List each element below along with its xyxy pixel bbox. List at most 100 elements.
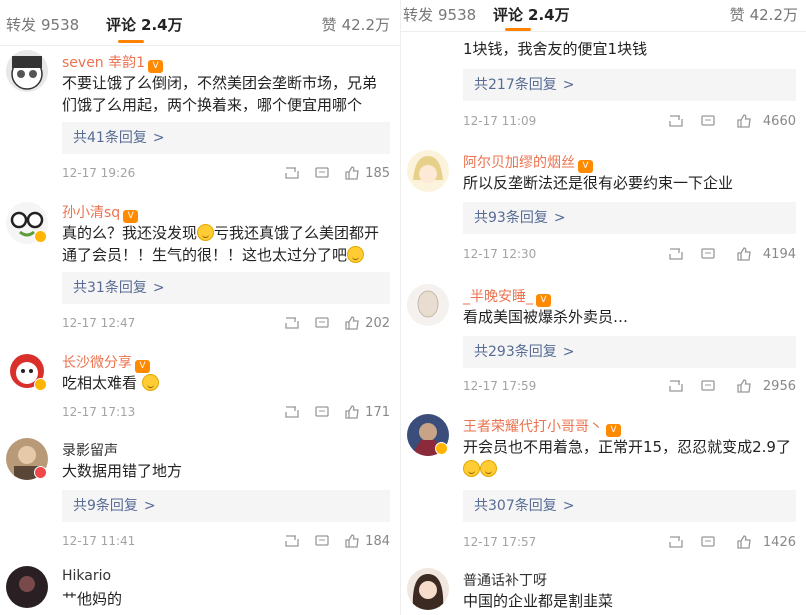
repost-icon[interactable] — [284, 404, 300, 420]
surprised-emoji-icon — [197, 224, 215, 241]
reply-link[interactable]: 共217条回复 > — [463, 69, 796, 101]
timestamp: 12-17 12:47 — [62, 316, 136, 330]
comment-meta: 12-17 12:30 4194 — [463, 244, 796, 264]
timestamp: 12-17 19:26 — [62, 166, 136, 180]
tab-count: 42.2万 — [749, 6, 798, 24]
comment-text: 吃相太难看 — [62, 372, 390, 394]
username[interactable]: Hikario — [62, 568, 111, 584]
chevron-right-icon: > — [562, 77, 575, 93]
avatar[interactable] — [407, 284, 449, 326]
reply-link[interactable]: 共307条回复 > — [463, 490, 796, 522]
comment-icon[interactable] — [314, 315, 330, 331]
tab-like[interactable]: 赞 42.2万 — [730, 4, 798, 25]
glasses-cartoon-avatar-icon — [6, 50, 48, 92]
username[interactable]: 阿尔贝加缪的烟丝 V — [463, 152, 593, 173]
chevron-right-icon: > — [152, 130, 165, 146]
tab-label: 赞 — [321, 16, 337, 34]
thumbs-up-icon[interactable] — [344, 165, 360, 181]
repost-icon[interactable] — [668, 378, 684, 394]
reply-link[interactable]: 共293条回复 > — [463, 336, 796, 368]
comment-text: 所以反垄断法还是很有必要约束一下企业 — [463, 174, 734, 192]
repost-icon[interactable] — [668, 534, 684, 550]
anime-girl-avatar-icon — [407, 150, 449, 192]
tab-label: 转发 — [6, 16, 37, 34]
avatar[interactable] — [6, 566, 48, 608]
thumbs-up-icon[interactable] — [736, 534, 752, 550]
username[interactable]: _半晚安睡_ V — [463, 286, 551, 307]
comment-meta: 12-17 19:26 185 — [62, 163, 390, 183]
comment-icon[interactable] — [700, 534, 716, 550]
tab-label: 转发 — [403, 6, 434, 24]
like-count: 184 — [365, 534, 390, 549]
chevron-right-icon: > — [562, 498, 575, 514]
sketch-avatar-icon — [407, 284, 449, 326]
timestamp: 12-17 17:57 — [463, 535, 537, 549]
like-count: 4660 — [762, 114, 796, 129]
thumbs-up-icon[interactable] — [344, 404, 360, 420]
username[interactable]: 录影留声 — [62, 440, 118, 460]
dark-photo-avatar-icon — [6, 566, 48, 608]
tab-count: 42.2万 — [341, 16, 390, 34]
comment-text: 1块钱，我舍友的便宜1块钱 — [463, 40, 648, 58]
comment-meta: 12-17 17:57 1426 — [463, 532, 796, 552]
reply-link[interactable]: 共9条回复 > — [62, 490, 390, 522]
comment-panel-left: 转发 9538 评论 2.4万 赞 42.2万 seven 幸韵1 V 不要让饿了么倒闭… — [0, 0, 400, 615]
tab-count: 2.4万 — [528, 6, 570, 24]
reply-link[interactable]: 共41条回复 > — [62, 122, 390, 154]
tab-comment[interactable]: 评论 2.4万 — [106, 14, 183, 35]
comment-meta: 12-17 17:13 171 — [62, 402, 390, 422]
username[interactable]: seven 幸韵1 V — [62, 52, 164, 73]
reply-link[interactable]: 共31条回复 > — [62, 272, 390, 304]
comment-text: 看成美国被爆杀外卖员… — [463, 308, 629, 326]
tab-bar: 转发 9538 评论 2.4万 赞 42.2万 — [0, 0, 400, 46]
girl-photo-avatar-icon — [407, 568, 449, 610]
username[interactable]: 长沙微分享 V — [62, 352, 150, 373]
comment-icon[interactable] — [314, 404, 330, 420]
like-count: 185 — [365, 166, 390, 181]
tab-comment[interactable]: 评论 2.4万 — [493, 4, 570, 25]
username[interactable]: 王者荣耀代打小哥哥丶 V — [463, 416, 621, 437]
avatar[interactable] — [6, 50, 48, 92]
chevron-right-icon: > — [553, 210, 566, 226]
comment-text: 不要让饿了么倒闭，不然美团会垄断市场，兄弟们饿了么用起，两个换着来，哪个便宜用哪… — [62, 74, 378, 114]
comment-icon[interactable] — [314, 165, 330, 181]
username[interactable]: 普通话补丁呀 — [463, 570, 547, 590]
comment-meta: 12-17 11:09 4660 — [463, 111, 796, 131]
tab-label: 赞 — [729, 6, 745, 24]
thumbs-up-icon[interactable] — [344, 533, 360, 549]
comment-icon[interactable] — [700, 113, 716, 129]
repost-icon[interactable] — [668, 246, 684, 262]
comment-text: 中国的企业都是割韭菜 — [463, 592, 614, 610]
comment-meta: 12-17 11:41 184 — [62, 531, 390, 551]
tab-repost[interactable]: 转发 9538 — [6, 14, 79, 35]
thumbs-up-icon[interactable] — [736, 246, 752, 262]
chevron-right-icon: > — [143, 498, 156, 514]
like-count: 202 — [365, 316, 390, 331]
comment-icon[interactable] — [314, 533, 330, 549]
tab-count: 9538 — [438, 6, 477, 24]
avatar[interactable] — [407, 150, 449, 192]
like-count: 4194 — [762, 247, 796, 262]
repost-icon[interactable] — [284, 315, 300, 331]
username[interactable]: 孙小清sq V — [62, 202, 139, 223]
repost-icon[interactable] — [668, 113, 684, 129]
tab-repost[interactable]: 转发 9538 — [403, 4, 476, 25]
like-count: 171 — [365, 405, 390, 420]
timestamp: 12-17 11:09 — [463, 114, 537, 128]
tab-count: 9538 — [41, 16, 80, 34]
avatar[interactable] — [407, 568, 449, 610]
active-tab-indicator — [118, 40, 144, 43]
reply-link[interactable]: 共93条回复 > — [463, 202, 796, 234]
thumbs-up-icon[interactable] — [736, 113, 752, 129]
tab-like[interactable]: 赞 42.2万 — [322, 14, 390, 35]
thumbs-up-icon[interactable] — [736, 378, 752, 394]
thumbs-up-icon[interactable] — [344, 315, 360, 331]
timestamp: 12-17 11:41 — [62, 534, 136, 548]
comment-panel-right: 转发 9538 评论 2.4万 赞 42.2万 1块钱，我舍友的便宜1块钱 共217条… — [400, 0, 806, 615]
like-count: 2956 — [762, 379, 796, 394]
comment-icon[interactable] — [700, 378, 716, 394]
comment-icon[interactable] — [700, 246, 716, 262]
repost-icon[interactable] — [284, 533, 300, 549]
tab-label: 评论 — [106, 16, 137, 34]
repost-icon[interactable] — [284, 165, 300, 181]
